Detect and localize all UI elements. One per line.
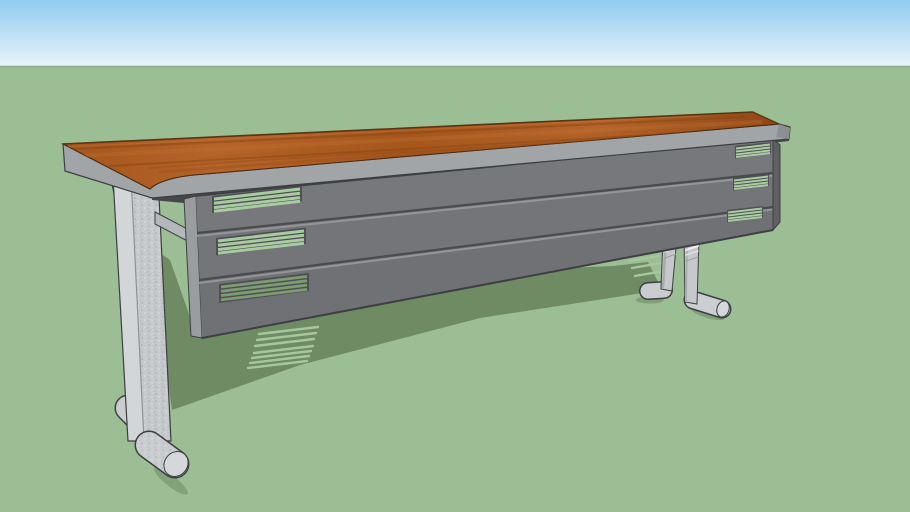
model-viewport[interactable] <box>0 0 910 512</box>
sky <box>0 0 910 67</box>
panel-right-end-face <box>773 139 780 230</box>
rear-foot-cylinder <box>648 290 664 291</box>
render-canvas[interactable] <box>0 0 910 512</box>
